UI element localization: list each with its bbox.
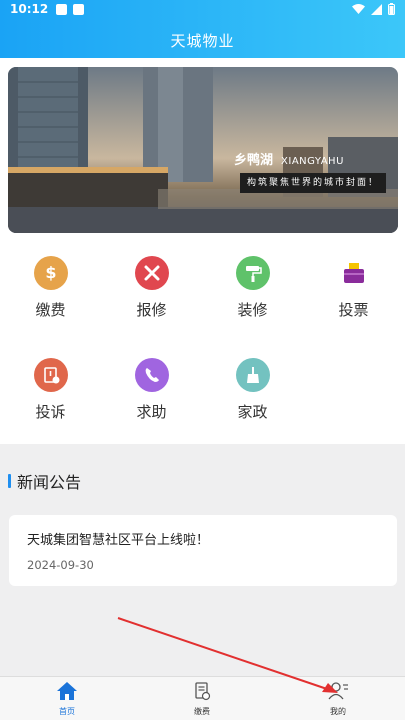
repair-tools-icon <box>134 256 169 290</box>
news-item[interactable]: 天城集团智慧社区平台上线啦！ 2024-09-30 <box>9 515 397 586</box>
notification-icon <box>73 3 85 15</box>
tab-label: 缴费 <box>194 707 210 716</box>
page-title: 天城物业 <box>170 32 235 50</box>
header: 10:12 天城物业 <box>0 0 405 58</box>
banner-brand: 乡鸭湖 XIANGYAHU <box>234 149 344 168</box>
bottom-tab-bar: 首页 缴费 我的 <box>0 676 405 720</box>
status-bar: 10:12 <box>0 0 405 18</box>
section-accent-bar <box>8 474 11 488</box>
brand-name-en: XIANGYAHU <box>281 156 344 167</box>
wifi-icon <box>352 4 365 14</box>
banner-image[interactable]: 乡鸭湖 XIANGYAHU 构筑聚焦世界的城市封面！ <box>8 67 398 233</box>
news-section-header: 新闻公告 <box>8 469 81 493</box>
ballot-box-icon <box>337 256 371 290</box>
news-section-title: 新闻公告 <box>17 473 82 492</box>
service-label: 报修 <box>136 301 167 319</box>
service-label: 求助 <box>136 403 167 421</box>
news-date: 2024-09-30 <box>27 558 94 572</box>
tab-label: 我的 <box>330 707 346 716</box>
service-complaint[interactable]: 投诉 <box>0 358 101 422</box>
service-help[interactable]: 求助 <box>101 358 202 422</box>
service-payment[interactable]: $ 缴费 <box>0 256 101 320</box>
service-label: 投票 <box>338 301 369 319</box>
tab-home[interactable]: 首页 <box>37 681 97 717</box>
battery-icon <box>388 3 395 15</box>
status-time: 10:12 <box>10 2 49 16</box>
notification-icon <box>56 3 68 15</box>
service-label: 装修 <box>237 301 268 319</box>
svg-text:$: $ <box>45 263 56 282</box>
broom-icon <box>235 358 270 392</box>
signal-icon <box>371 3 382 15</box>
news-headline: 天城集团智慧社区平台上线啦！ <box>27 533 210 548</box>
phone-help-icon <box>134 358 169 392</box>
paint-roller-icon <box>235 256 270 290</box>
user-icon <box>328 682 348 700</box>
service-repair[interactable]: 报修 <box>101 256 202 320</box>
brand-name-cn: 乡鸭湖 <box>234 153 274 168</box>
service-renovation[interactable]: 装修 <box>202 256 303 320</box>
tab-label: 首页 <box>59 707 75 716</box>
complaint-icon <box>33 358 68 392</box>
service-vote[interactable]: 投票 <box>303 256 404 320</box>
banner-slogan: 构筑聚焦世界的城市封面！ <box>240 173 387 193</box>
service-label: 投诉 <box>35 403 66 421</box>
service-label: 家政 <box>237 403 268 421</box>
tab-payment[interactable]: 缴费 <box>172 681 232 717</box>
home-icon <box>57 682 77 700</box>
payment-icon: $ <box>33 256 68 290</box>
bill-icon <box>195 682 211 701</box>
service-label: 缴费 <box>35 301 66 319</box>
tab-mine[interactable]: 我的 <box>308 681 368 717</box>
service-housekeeping[interactable]: 家政 <box>202 358 303 422</box>
